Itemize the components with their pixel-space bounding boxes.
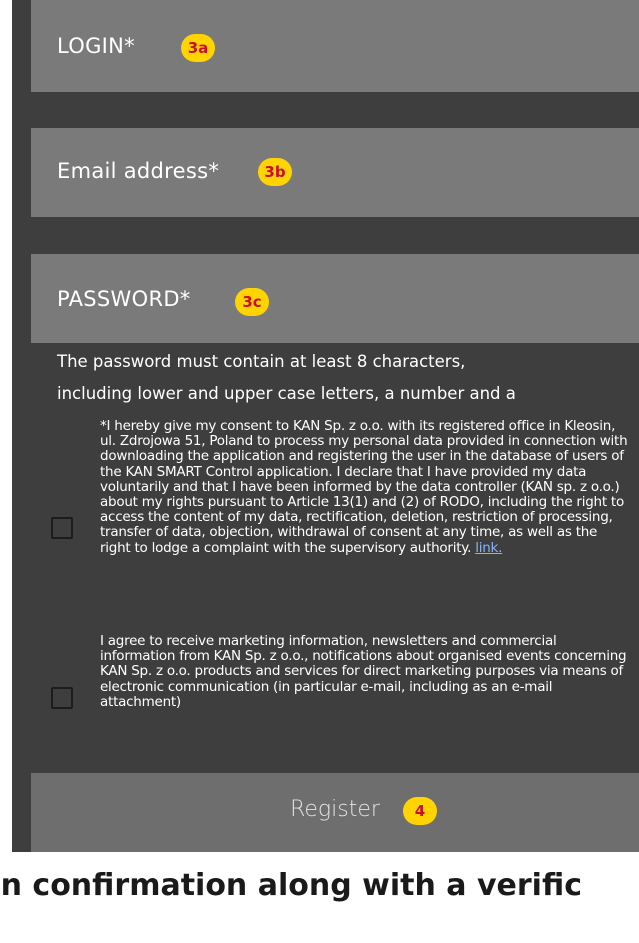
- login-field[interactable]: LOGIN* 3a: [31, 0, 639, 92]
- email-label: Email address*: [57, 159, 220, 183]
- register-button-label: Register: [290, 797, 380, 822]
- marketing-consent-checkbox[interactable]: [51, 687, 73, 709]
- gdpr-consent-checkbox[interactable]: [51, 517, 73, 539]
- step-badge-4: 4: [403, 797, 437, 825]
- password-hint-line-2: including lower and upper case letters, …: [57, 384, 516, 403]
- password-label: PASSWORD*: [57, 287, 191, 311]
- step-badge-3b: 3b: [258, 158, 292, 186]
- password-hint-line-1: The password must contain at least 8 cha…: [57, 352, 466, 371]
- step-badge-3c: 3c: [235, 288, 269, 316]
- step-badge-3a: 3a: [181, 34, 215, 62]
- gdpr-consent-link[interactable]: link.: [475, 540, 502, 556]
- caption-text: on confirmation along with a verific: [0, 868, 582, 903]
- email-field[interactable]: Email address* 3b: [31, 128, 639, 217]
- login-label: LOGIN*: [57, 34, 135, 58]
- register-button[interactable]: Register 4: [31, 773, 639, 852]
- marketing-consent-text: I agree to receive marketing information…: [100, 633, 627, 710]
- gdpr-consent-body: *I hereby give my consent to KAN Sp. z o…: [100, 418, 628, 556]
- registration-screen: LOGIN* 3a Email address* 3b PASSWORD* 3c…: [12, 0, 639, 852]
- password-field[interactable]: PASSWORD* 3c: [31, 254, 639, 343]
- gdpr-consent-text: *I hereby give my consent to KAN Sp. z o…: [100, 418, 630, 556]
